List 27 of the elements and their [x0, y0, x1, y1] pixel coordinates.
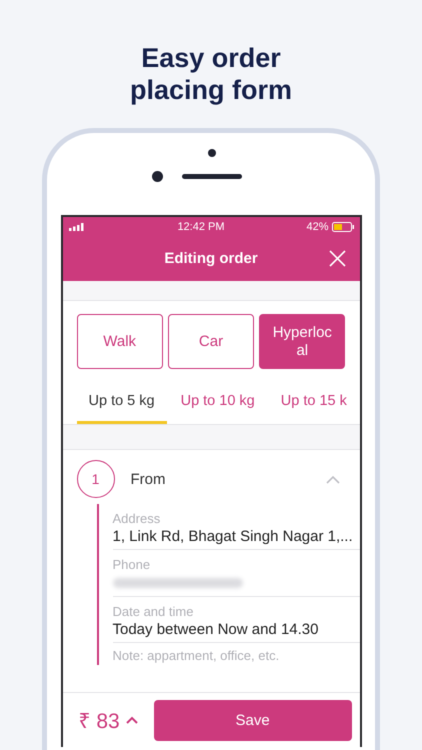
screen-title: Editing order	[164, 250, 258, 267]
close-icon	[328, 250, 346, 267]
status-time: 12:42 PM	[177, 220, 225, 232]
sensor-icon	[208, 149, 216, 157]
address-field[interactable]: Address 1, Link Rd, Bhagat Singh Nagar 1,...	[112, 504, 360, 550]
weight-tab[interactable]: Up to 10 kg	[168, 387, 267, 424]
field-value: 1, Link Rd, Bhagat Singh Nagar 1,...	[112, 528, 354, 545]
field-label: Address	[112, 511, 162, 526]
battery-icon	[332, 222, 354, 232]
caret-up-icon[interactable]	[126, 716, 138, 724]
save-button[interactable]: Save	[154, 700, 352, 740]
battery-percent: 42%	[306, 220, 328, 232]
price: ₹ 83	[78, 709, 120, 734]
headline: Easy order placing form	[128, 42, 293, 106]
speaker-icon	[182, 174, 242, 179]
field-value: Today between Now and 14.30	[112, 621, 320, 638]
transport-option[interactable]: Hyperlocal	[259, 314, 346, 369]
weight-tab[interactable]: Up to 15 k	[268, 387, 359, 424]
signal-icon	[68, 222, 84, 230]
step-number: 1	[76, 460, 114, 498]
step-title[interactable]: From	[130, 470, 326, 488]
camera-icon	[152, 171, 163, 182]
field-label: Phone	[112, 557, 152, 572]
transport-option[interactable]: Walk	[76, 314, 163, 369]
transport-option[interactable]: Car	[168, 314, 254, 369]
close-button[interactable]	[328, 250, 346, 267]
field-label: Date and time	[112, 604, 194, 619]
